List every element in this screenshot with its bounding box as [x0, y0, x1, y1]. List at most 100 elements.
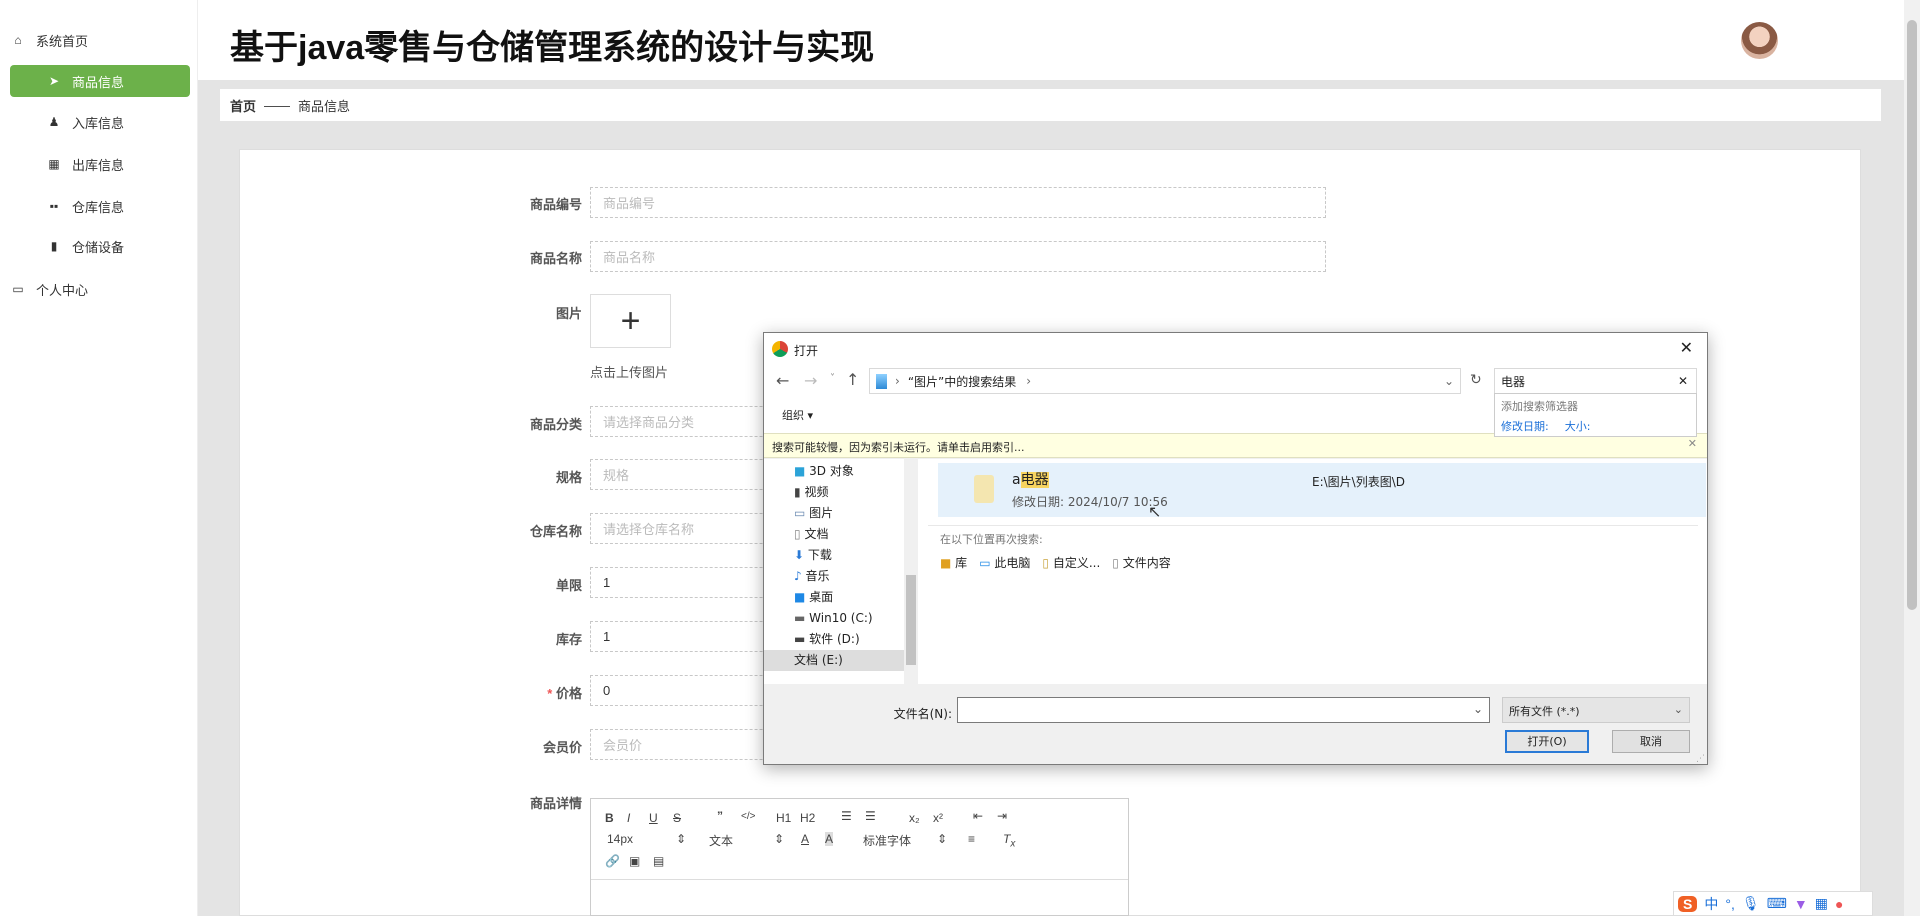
microphone-icon[interactable]: 🎙 [1742, 895, 1760, 912]
search-custom-link[interactable]: ▯ 自定义... [1042, 554, 1100, 571]
nav-item[interactable]: ▬ Win10 (C:) [794, 608, 904, 629]
back-icon[interactable]: ← [776, 371, 789, 390]
keyboard-icon[interactable]: ⌨ [1767, 895, 1787, 912]
result-item[interactable]: a电器 修改日期: 2024/10/7 10:56 E:\图片\列表图\D [938, 463, 1706, 517]
breadcrumb-separator: —— [264, 97, 291, 113]
bold-icon[interactable]: B [605, 811, 614, 825]
avatar[interactable] [1741, 22, 1778, 59]
block-arrows-icon[interactable]: ⇕ [774, 832, 784, 846]
nav-item[interactable]: ▯ 文档 [794, 524, 904, 545]
recent-dropdown-icon[interactable]: ˅ [830, 373, 835, 384]
detail-label: 商品详情 [529, 796, 582, 811]
forward-icon[interactable]: → [804, 371, 817, 390]
chrome-icon [772, 341, 788, 357]
nav-item[interactable]: ♪ 音乐 [794, 566, 904, 587]
library-icon [876, 373, 887, 389]
image-label: 图片 [555, 306, 582, 321]
code-input[interactable]: 商品编号 [590, 187, 1326, 218]
stock-label: 库存 [555, 632, 582, 647]
nav-item[interactable]: ▬ 软件 (D:) [794, 629, 904, 650]
nav-item[interactable]: ■ 桌面 [794, 587, 904, 608]
clear-format-icon[interactable]: Tx [1003, 832, 1015, 849]
navigation-pane: ■ 3D 对象 ▮ 视频 ▭ 图片 ▯ 文档 ⬇ 下载 ♪ 音乐 ■ 桌面 ▬ … [764, 459, 918, 684]
clear-search-icon[interactable]: ✕ [1678, 374, 1688, 388]
address-dropdown-icon[interactable]: ⌄ [1444, 374, 1454, 388]
sogou-logo-icon[interactable]: S [1678, 895, 1698, 912]
skin-icon[interactable]: ▼ [1794, 896, 1808, 912]
mascot-icon[interactable]: ● [1835, 896, 1843, 912]
image-icon[interactable]: ▣ [629, 854, 640, 868]
underline-icon[interactable]: U [649, 811, 658, 825]
sidebar-item-equipment[interactable]: ▮ 仓储设备 [10, 230, 190, 262]
refresh-icon[interactable]: ↻ [1470, 372, 1482, 388]
close-icon[interactable]: ✕ [1680, 338, 1693, 357]
organize-menu[interactable]: 组织 ▾ [782, 407, 813, 423]
computer-icon: ▭ [979, 556, 991, 570]
outdent-icon[interactable]: ⇤ [973, 809, 983, 823]
font-size-select[interactable]: 14px [607, 832, 633, 846]
bullet-list-icon[interactable]: ☰ [865, 809, 876, 823]
h2-icon[interactable]: H2 [800, 811, 815, 825]
nav-item[interactable]: ▭ 图片 [794, 503, 904, 524]
block-format-select[interactable]: 文本 [709, 832, 733, 849]
nav-item[interactable]: ▮ 视频 [794, 482, 904, 503]
quote-icon[interactable]: ” [717, 809, 723, 823]
page-scrollbar-thumb[interactable] [1907, 20, 1917, 610]
italic-icon[interactable]: I [627, 811, 630, 825]
sidebar-item-warehouse[interactable]: ▪▪ 仓库信息 [10, 190, 190, 222]
paper-plane-icon: ➤ [48, 74, 60, 88]
align-icon[interactable]: ≡ [968, 832, 975, 846]
breadcrumb-home[interactable]: 首页 [230, 96, 256, 115]
search-pc-link[interactable]: ▭ 此电脑 [979, 554, 1030, 571]
sidebar-item-outbound[interactable]: ▦ 出库信息 [10, 148, 190, 180]
dialog-titlebar: 打开 ✕ [764, 333, 1707, 365]
open-button[interactable]: 打开(O) [1505, 730, 1589, 753]
nav-scrollbar-thumb[interactable] [906, 575, 916, 665]
image-upload-button[interactable]: + [590, 294, 671, 348]
strike-icon[interactable]: S [673, 811, 681, 825]
font-family-select[interactable]: 标准字体 [863, 832, 911, 849]
clipboard-icon: ▮ [50, 239, 58, 253]
superscript-icon[interactable]: x² [933, 811, 943, 825]
subscript-icon[interactable]: x₂ [909, 811, 920, 825]
upload-hint: 点击上传图片 [590, 365, 669, 380]
ordered-list-icon[interactable]: ☰ [841, 809, 852, 823]
toolbox-icon[interactable]: ▦ [1815, 895, 1828, 912]
indent-icon[interactable]: ⇥ [997, 809, 1007, 823]
close-warning-icon[interactable]: ✕ [1688, 437, 1697, 450]
sidebar-item-home[interactable]: ⌂ 系统首页 [10, 24, 190, 56]
cancel-button[interactable]: 取消 [1612, 730, 1690, 753]
nav-item[interactable]: ■ 3D 对象 [794, 461, 904, 482]
search-library-link[interactable]: ■ 库 [940, 554, 967, 571]
nav-item[interactable]: 文档 (E:) [764, 650, 904, 671]
filter-size[interactable]: 大小: [1565, 420, 1591, 433]
sidebar-item-products[interactable]: ➤ 商品信息 [10, 65, 190, 97]
code-label: 商品编号 [529, 197, 582, 212]
font-size-arrows-icon[interactable]: ⇕ [676, 832, 686, 846]
sidebar-item-profile[interactable]: ▭ 个人中心 [10, 273, 190, 305]
link-icon[interactable]: 🔗 [605, 854, 620, 868]
search-input[interactable]: 电器 ✕ [1494, 368, 1697, 394]
ime-language[interactable]: 中 [1704, 894, 1718, 914]
search-content-link[interactable]: ▯ 文件内容 [1112, 554, 1170, 571]
sidebar-item-inbound[interactable]: ♟ 入库信息 [10, 106, 190, 138]
file-type-select[interactable]: 所有文件 (*.*) ⌄ [1502, 697, 1690, 723]
resize-grip-icon[interactable]: ⋰ [1696, 754, 1705, 764]
font-color-icon[interactable]: A [801, 832, 809, 846]
blocks-icon: ▪▪ [49, 199, 59, 213]
filter-date[interactable]: 修改日期: [1501, 420, 1549, 433]
font-arrows-icon[interactable]: ⇕ [937, 832, 947, 846]
warehouse-label: 仓库名称 [529, 524, 582, 539]
filename-input[interactable]: ⌄ [957, 697, 1490, 723]
ime-punctuation[interactable]: °, [1725, 896, 1735, 912]
code-icon[interactable]: </> [741, 811, 755, 822]
name-input[interactable]: 商品名称 [590, 241, 1326, 272]
background-color-icon[interactable]: A [825, 832, 834, 846]
address-bar[interactable]: › “图片”中的搜索结果 › ⌄ [869, 368, 1461, 394]
result-location: E:\图片\列表图\D [1312, 475, 1405, 489]
h1-icon[interactable]: H1 [776, 811, 791, 825]
nav-item[interactable]: ⬇ 下载 [794, 545, 904, 566]
up-icon[interactable]: ↑ [846, 370, 859, 389]
video-icon[interactable]: ▤ [653, 854, 664, 868]
member-price-label: 会员价 [542, 740, 582, 755]
